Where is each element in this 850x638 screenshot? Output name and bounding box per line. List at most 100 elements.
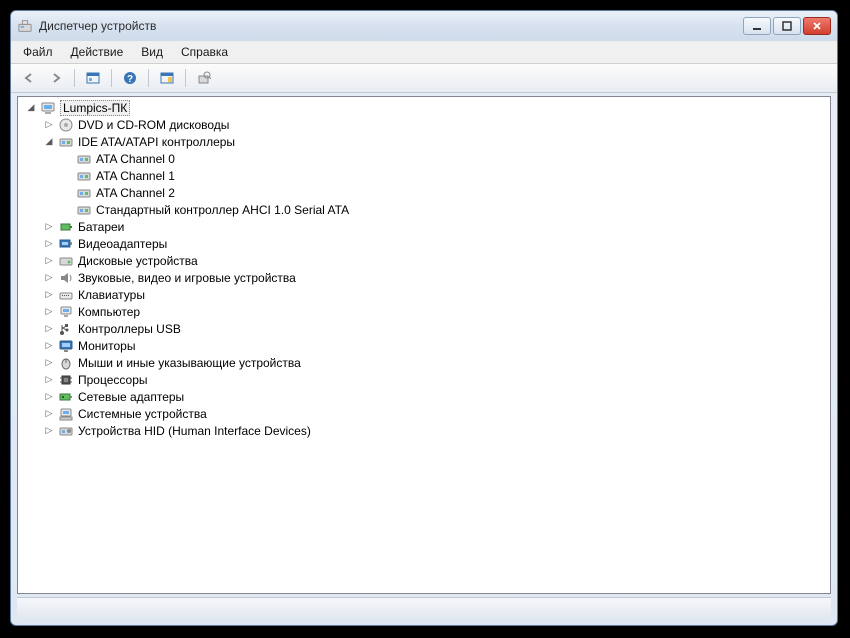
- optical-drive-icon: [58, 117, 74, 133]
- separator: [185, 69, 186, 87]
- window-title: Диспетчер устройств: [39, 19, 743, 33]
- toolbar: ?: [11, 64, 837, 93]
- computer-icon: [58, 304, 74, 320]
- tree-label: Lumpics-ПК: [60, 100, 130, 116]
- tree-label: ATA Channel 1: [96, 169, 175, 183]
- battery-icon: [58, 219, 74, 235]
- menu-action[interactable]: Действие: [63, 43, 132, 61]
- system-device-icon: [58, 406, 74, 422]
- tree-item-ata1[interactable]: ▷ ATA Channel 1: [18, 167, 830, 184]
- controller-icon: [76, 168, 92, 184]
- expand-icon[interactable]: ▷: [42, 356, 56, 370]
- tree-label: Компьютер: [78, 305, 140, 319]
- help-button[interactable]: ?: [118, 67, 142, 89]
- tree-item-computer[interactable]: ▷ Компьютер: [18, 303, 830, 320]
- tree-item-system[interactable]: ▷ Системные устройства: [18, 405, 830, 422]
- menu-view[interactable]: Вид: [133, 43, 171, 61]
- tree-item-usb[interactable]: ▷ Контроллеры USB: [18, 320, 830, 337]
- tree-item-battery[interactable]: ▷ Батареи: [18, 218, 830, 235]
- hid-icon: [58, 423, 74, 439]
- expand-icon[interactable]: ▷: [42, 118, 56, 132]
- tree-item-keyboard[interactable]: ▷ Клавиатуры: [18, 286, 830, 303]
- separator: [111, 69, 112, 87]
- separator: [148, 69, 149, 87]
- expand-icon[interactable]: ▷: [42, 322, 56, 336]
- menubar: Файл Действие Вид Справка: [11, 41, 837, 64]
- tree-label: DVD и CD-ROM дисководы: [78, 118, 229, 132]
- tree-item-mouse[interactable]: ▷ Мыши и иные указывающие устройства: [18, 354, 830, 371]
- close-button[interactable]: [803, 17, 831, 35]
- expand-icon[interactable]: ▷: [42, 305, 56, 319]
- tree-label: Системные устройства: [78, 407, 207, 421]
- tree-label: ATA Channel 2: [96, 186, 175, 200]
- tree-label: Стандартный контроллер AHCI 1.0 Serial A…: [96, 203, 349, 217]
- tree-label: Батареи: [78, 220, 124, 234]
- tree-label: Контроллеры USB: [78, 322, 181, 336]
- controller-icon: [76, 202, 92, 218]
- tree-item-dvd[interactable]: ▷ DVD и CD-ROM дисководы: [18, 116, 830, 133]
- expand-icon[interactable]: ▷: [42, 339, 56, 353]
- tree-item-ahci[interactable]: ▷ Стандартный контроллер AHCI 1.0 Serial…: [18, 201, 830, 218]
- monitor-icon: [58, 338, 74, 354]
- tree-label: Процессоры: [78, 373, 148, 387]
- tree-item-monitor[interactable]: ▷ Мониторы: [18, 337, 830, 354]
- tree-label: Мониторы: [78, 339, 135, 353]
- tree-item-ata0[interactable]: ▷ ATA Channel 0: [18, 150, 830, 167]
- window-controls: [743, 17, 831, 35]
- expand-icon[interactable]: ▷: [42, 390, 56, 404]
- tree-root[interactable]: ◢ Lumpics-ПК: [18, 99, 830, 116]
- expand-icon[interactable]: ▷: [42, 373, 56, 387]
- separator: [74, 69, 75, 87]
- expand-icon[interactable]: ▷: [42, 407, 56, 421]
- expand-icon[interactable]: ▷: [42, 220, 56, 234]
- device-tree: ◢ Lumpics-ПК ▷ DVD и CD-ROM дисководы ◢ …: [18, 97, 830, 441]
- tree-item-hid[interactable]: ▷ Устройства HID (Human Interface Device…: [18, 422, 830, 439]
- minimize-button[interactable]: [743, 17, 771, 35]
- expand-icon[interactable]: ▷: [42, 237, 56, 251]
- mouse-icon: [58, 355, 74, 371]
- controller-icon: [76, 151, 92, 167]
- keyboard-icon: [58, 287, 74, 303]
- titlebar[interactable]: Диспетчер устройств: [11, 11, 837, 41]
- expand-icon[interactable]: ▷: [42, 271, 56, 285]
- tree-item-ata2[interactable]: ▷ ATA Channel 2: [18, 184, 830, 201]
- tree-label: Клавиатуры: [78, 288, 145, 302]
- expand-icon[interactable]: ▷: [42, 288, 56, 302]
- expand-icon[interactable]: ▷: [42, 254, 56, 268]
- computer-icon: [40, 100, 56, 116]
- maximize-button[interactable]: [773, 17, 801, 35]
- tree-label: Видеоадаптеры: [78, 237, 167, 251]
- device-manager-window: Диспетчер устройств Файл Действие Вид Сп…: [10, 10, 838, 626]
- sound-icon: [58, 270, 74, 286]
- tree-item-ide[interactable]: ◢ IDE ATA/ATAPI контроллеры: [18, 133, 830, 150]
- tree-item-sound[interactable]: ▷ Звуковые, видео и игровые устройства: [18, 269, 830, 286]
- tree-item-cpu[interactable]: ▷ Процессоры: [18, 371, 830, 388]
- tree-label: Сетевые адаптеры: [78, 390, 184, 404]
- collapse-icon[interactable]: ◢: [42, 135, 56, 149]
- tree-label: ATA Channel 0: [96, 152, 175, 166]
- tree-item-network[interactable]: ▷ Сетевые адаптеры: [18, 388, 830, 405]
- tree-panel[interactable]: ◢ Lumpics-ПК ▷ DVD и CD-ROM дисководы ◢ …: [17, 96, 831, 594]
- disk-drive-icon: [58, 253, 74, 269]
- menu-file[interactable]: Файл: [15, 43, 61, 61]
- controller-icon: [58, 134, 74, 150]
- usb-icon: [58, 321, 74, 337]
- forward-button[interactable]: [44, 67, 68, 89]
- tree-label: Дисковые устройства: [78, 254, 198, 268]
- tree-label: IDE ATA/ATAPI контроллеры: [78, 135, 235, 149]
- menu-help[interactable]: Справка: [173, 43, 236, 61]
- tree-label: Мыши и иные указывающие устройства: [78, 356, 301, 370]
- back-button[interactable]: [17, 67, 41, 89]
- collapse-icon[interactable]: ◢: [24, 101, 38, 115]
- expand-icon[interactable]: ▷: [42, 424, 56, 438]
- tree-item-display[interactable]: ▷ Видеоадаптеры: [18, 235, 830, 252]
- device-properties-button[interactable]: [192, 67, 216, 89]
- network-adapter-icon: [58, 389, 74, 405]
- statusbar: [17, 597, 831, 619]
- show-hide-tree-button[interactable]: [81, 67, 105, 89]
- display-adapter-icon: [58, 236, 74, 252]
- tree-item-disk[interactable]: ▷ Дисковые устройства: [18, 252, 830, 269]
- scan-hardware-button[interactable]: [155, 67, 179, 89]
- app-icon: [17, 18, 33, 34]
- tree-label: Устройства HID (Human Interface Devices): [78, 424, 311, 438]
